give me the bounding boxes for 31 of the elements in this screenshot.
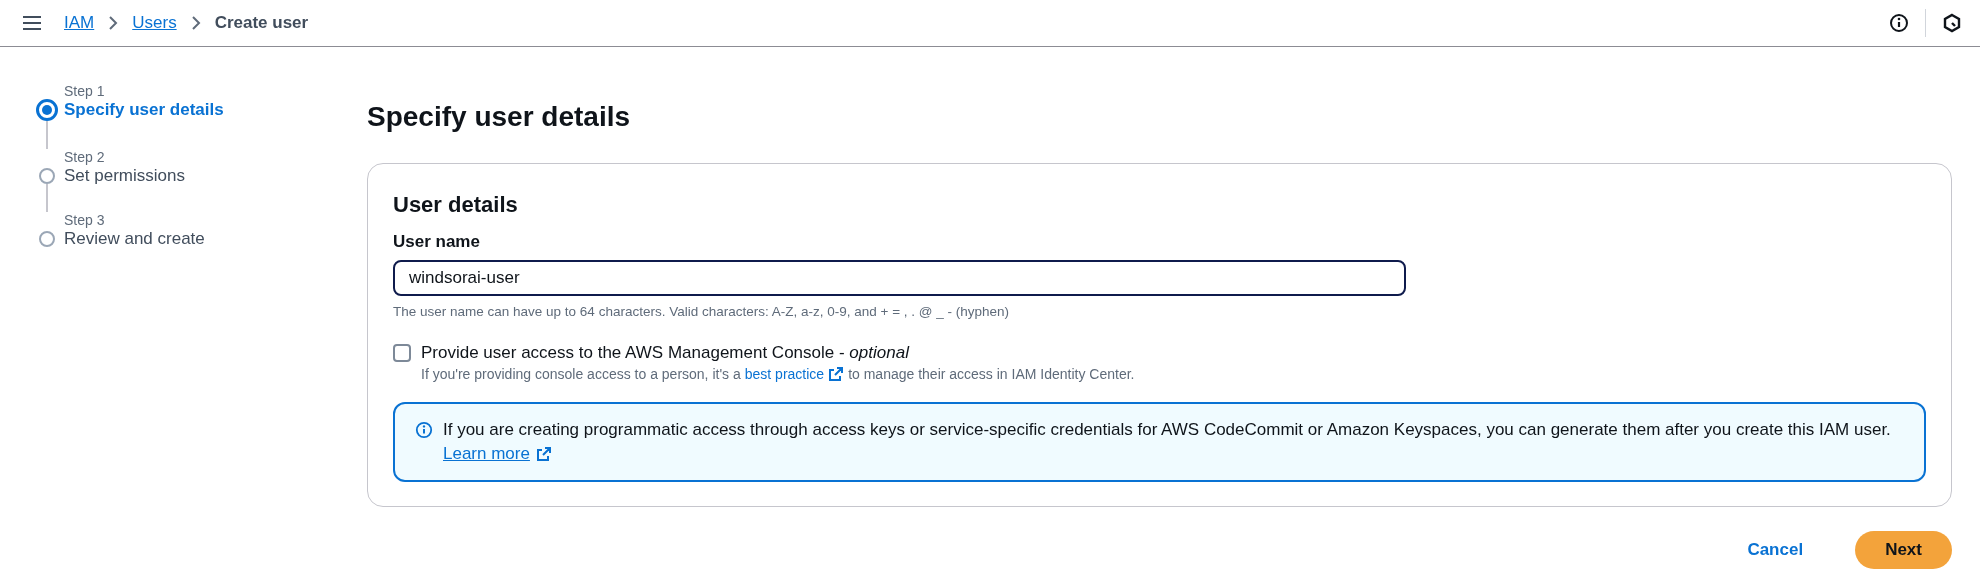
best-practice-link[interactable]: best practice — [744, 366, 825, 382]
step-link[interactable]: Review and create — [64, 228, 305, 250]
step-link[interactable]: Set permissions — [64, 165, 305, 195]
menu-icon[interactable] — [22, 15, 42, 31]
field-label: User name — [393, 232, 481, 252]
step-number: Step 2 — [64, 149, 106, 165]
checkbox[interactable] — [393, 344, 411, 362]
breadcrumb-link[interactable]: IAM — [64, 13, 95, 33]
step-number: Step 3 — [64, 212, 106, 228]
info-icon — [415, 421, 433, 439]
chevron-icon — [108, 15, 119, 31]
info-icon[interactable] — [1889, 13, 1909, 33]
description-text: to manage their access in IAM Identity Center. — [848, 366, 1135, 382]
step-link[interactable]: Specify user details — [64, 99, 305, 130]
cancel-button[interactable]: Cancel — [1725, 531, 1826, 569]
learn-more-link[interactable]: Learn more — [443, 442, 530, 466]
step-number: Step 1 — [64, 83, 106, 99]
breadcrumb-link[interactable]: Users — [132, 13, 177, 33]
field-hint: The user name can have up to 64 characters. Valid characters: A-Z, a-z, 0-9, and + = , . @ _ - (hyphen) — [393, 304, 1010, 319]
user-name-field[interactable]: windsorai-user — [393, 260, 1406, 296]
info-text: If you are creating programmatic access through access keys or service-specific credentials for AWS CodeCommit or Amazon Keyspaces, you can generate them after you create this IAM user. — [443, 419, 1891, 441]
card-title: User details — [393, 192, 519, 218]
page-title: Specify user details — [367, 101, 631, 133]
hexagon-icon[interactable] — [1942, 13, 1962, 33]
description-text: If you're providing console access to a person, it's a — [421, 366, 741, 382]
next-button[interactable]: Next — [1855, 531, 1952, 569]
external-link-icon — [535, 446, 552, 462]
external-link-icon — [828, 366, 845, 382]
checkbox-label: Provide user access to the AWS Management Console - optional — [421, 343, 911, 363]
chevron-icon — [190, 15, 201, 31]
breadcrumb-current: Create user — [214, 13, 309, 33]
